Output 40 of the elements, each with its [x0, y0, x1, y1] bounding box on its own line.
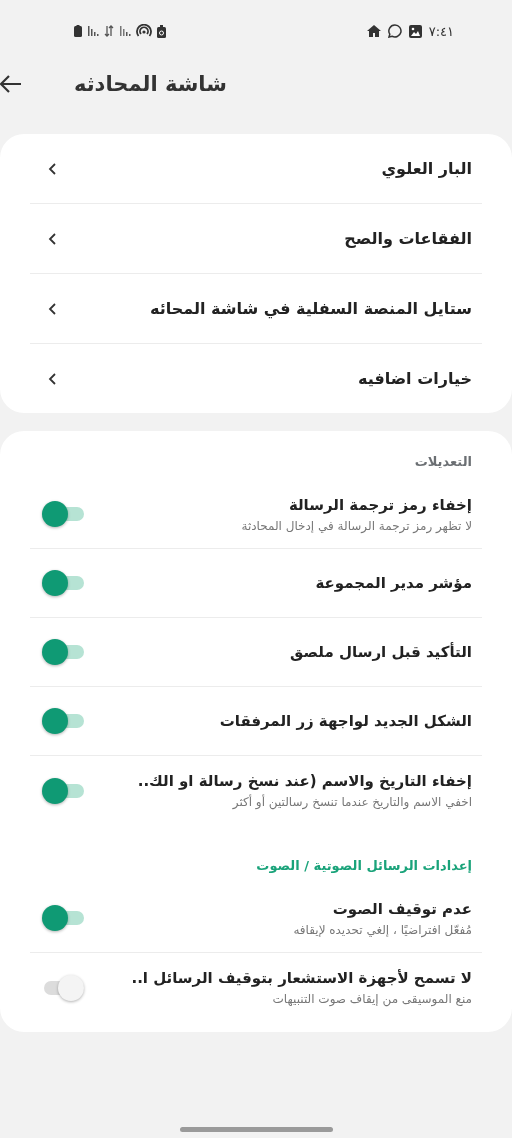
- data-arrows-icon: [104, 25, 114, 37]
- image-icon: [408, 24, 422, 38]
- setting-title: عدم توقيف الصوت: [331, 899, 472, 918]
- setting-title: إخفاء التاريخ والاسم (عند نسخ رسالة او الك..: [137, 772, 472, 790]
- toggle-switch[interactable]: [42, 708, 84, 734]
- menu-item[interactable]: ستايل المنصة السفلية في شاشة المحائه: [30, 274, 482, 344]
- section-header: إعدادات الرسائل الصوتية / الصوت: [256, 858, 472, 873]
- hotspot-icon: [136, 24, 152, 38]
- chevron-icon: [48, 372, 56, 385]
- screen-title: شاشة المحادثه: [74, 72, 227, 96]
- setting-title: التأكيد قبل ارسال ملصق: [290, 643, 472, 661]
- toggle-switch[interactable]: [42, 570, 84, 596]
- battery-icon: [74, 25, 82, 37]
- toggle-switch[interactable]: [42, 905, 84, 931]
- chat-bubble-icon: [387, 24, 402, 38]
- setting-title: لا تسمح لأجهزة الاستشعار بتوقيف الرسائل ا..: [131, 969, 472, 987]
- menu-item[interactable]: خيارات اضافيه: [30, 344, 482, 413]
- toggle-switch[interactable]: [42, 639, 84, 665]
- menu-item[interactable]: الفقاعات والصح: [30, 204, 482, 274]
- setting-description: لا تظهر رمز ترجمة الرسالة في إدخال المحادثة: [241, 518, 472, 533]
- menu-item[interactable]: البار العلوي: [30, 134, 482, 204]
- chevron-icon: [48, 302, 56, 315]
- toggle-switch[interactable]: [42, 777, 84, 804]
- chevron-icon: [48, 162, 56, 175]
- toggle-switch[interactable]: [42, 974, 84, 1001]
- setting-title: إخفاء رمز ترجمة الرسالة: [287, 495, 472, 514]
- back-arrow-icon[interactable]: [0, 75, 22, 93]
- setting-description: اخفي الاسم والتاريخ عندما تنسخ رسالتين أو أكثر: [231, 795, 472, 809]
- battery-icon: [157, 24, 166, 38]
- signal-icon: [119, 25, 131, 37]
- section-header: التعديلات: [414, 454, 472, 469]
- home-icon: [366, 25, 381, 37]
- signal-icon: [87, 25, 99, 37]
- setting-title: مؤشر مدير المجموعة: [315, 574, 472, 592]
- setting-title: الشكل الجديد لواجهة زر المرفقات: [219, 712, 472, 730]
- toggle-switch[interactable]: [42, 501, 84, 527]
- setting-description: مُفعّل افتراضيًا ، إلغي تحديده لإيقافه: [293, 922, 472, 937]
- chevron-icon: [48, 232, 56, 245]
- status-time: ٧:٤١: [428, 23, 454, 39]
- setting-description: منع الموسيقى من إيقاف صوت التنبيهات: [271, 992, 472, 1006]
